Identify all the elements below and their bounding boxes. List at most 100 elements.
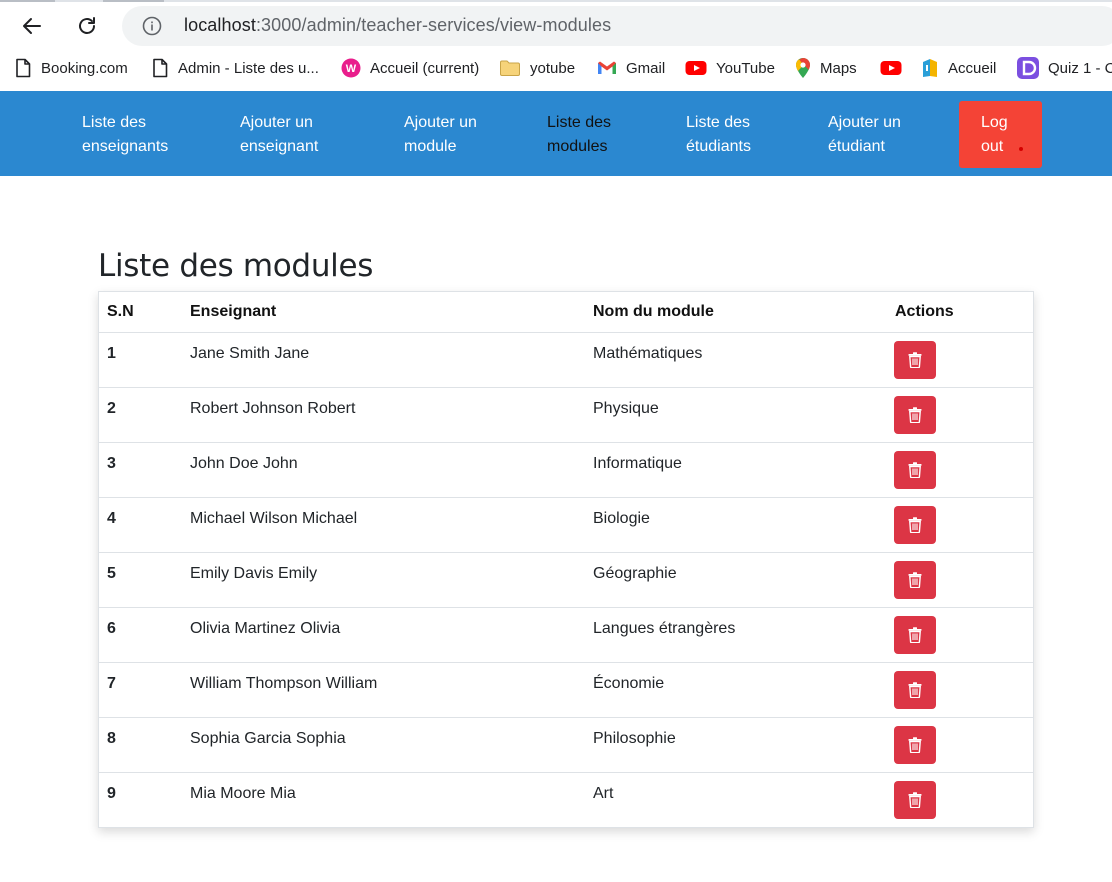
url-text[interactable]: localhost:3000/admin/teacher-services/vi…	[184, 15, 611, 36]
trash-icon	[908, 351, 922, 368]
nav-link-line: enseignant	[240, 138, 319, 155]
cell-actions	[887, 607, 1033, 663]
trash-icon	[908, 791, 922, 808]
bookmark-gmail[interactable]: Gmail	[597, 54, 665, 82]
nav-link-student-list[interactable]: Liste des étudiants	[686, 111, 751, 159]
bookmark-label: Gmail	[626, 59, 666, 77]
header-module-name: Nom du module	[585, 292, 887, 333]
modules-table: S.N Enseignant Nom du module Actions 1 J…	[99, 292, 1033, 827]
trash-icon	[908, 736, 922, 753]
url-host: localhost	[184, 15, 256, 35]
page-title: Liste des modules	[98, 248, 374, 284]
nav-link-add-module[interactable]: Ajouter un module	[404, 111, 477, 159]
back-arrow-icon	[23, 18, 41, 34]
bookmark-maps[interactable]: Maps	[795, 54, 857, 82]
cursor-dot	[1019, 147, 1023, 151]
cell-actions	[887, 717, 1033, 773]
header-actions: Actions	[887, 292, 1033, 333]
bookmark-booking[interactable]: Booking.com	[14, 54, 128, 82]
cell-teacher: Emily Davis Emily	[182, 552, 585, 608]
table-header-row: S.N Enseignant Nom du module Actions	[99, 292, 1033, 333]
nav-link-line: enseignants	[82, 138, 169, 155]
delete-button[interactable]	[894, 340, 936, 379]
table-row: 5 Emily Davis Emily Géographie	[99, 552, 1033, 608]
cell-module-name: Mathématiques	[585, 332, 887, 388]
youtube-icon	[880, 61, 902, 75]
cell-module-name: Économie	[585, 662, 887, 718]
logout-label-line1: Log	[981, 114, 1008, 131]
nav-link-line: Liste des	[547, 114, 612, 131]
bookmark-admin[interactable]: Admin - Liste des u...	[151, 54, 319, 82]
page-icon	[16, 58, 31, 78]
cell-sn: 4	[99, 497, 182, 553]
bookmark-yotube-folder[interactable]: yotube	[499, 54, 575, 82]
delete-button[interactable]	[894, 670, 936, 709]
logout-label-line2: out	[981, 138, 1004, 155]
back-button[interactable]	[16, 10, 48, 42]
bookmark-label: Accueil	[948, 59, 997, 77]
cell-sn: 8	[99, 717, 182, 773]
delete-button[interactable]	[894, 780, 936, 819]
table-row: 1 Jane Smith Jane Mathématiques	[99, 332, 1033, 388]
delete-button[interactable]	[894, 615, 936, 654]
nav-link-teacher-list[interactable]: Liste des enseignants	[82, 111, 168, 159]
trash-icon	[908, 461, 922, 478]
cell-actions	[887, 442, 1033, 498]
page-icon	[153, 58, 168, 78]
tab-strip	[0, 0, 1112, 2]
cell-actions	[887, 387, 1033, 443]
cell-teacher: Mia Moore Mia	[190, 784, 296, 802]
cell-sn: 3	[99, 442, 182, 498]
delete-button[interactable]	[894, 560, 936, 599]
trash-icon	[908, 571, 922, 588]
bookmarks-bar: Booking.com Admin - Liste des u... W Acc…	[0, 54, 1112, 82]
svg-text:W: W	[346, 63, 357, 75]
pink-app-icon: W	[341, 58, 361, 78]
delete-button[interactable]	[894, 450, 936, 489]
nav-link-module-list[interactable]: Liste des modules	[547, 111, 611, 159]
delete-button[interactable]	[894, 725, 936, 764]
cell-module-name: Art	[593, 784, 614, 802]
bookmark-accueil-current[interactable]: W Accueil (current)	[341, 54, 479, 82]
bookmark-quiz[interactable]: Quiz 1 - C	[1017, 54, 1112, 82]
reload-icon	[79, 17, 95, 34]
delete-button[interactable]	[894, 505, 936, 544]
reload-button[interactable]	[71, 10, 103, 42]
trash-icon	[908, 626, 922, 643]
bookmark-label: Accueil (current)	[370, 59, 480, 77]
nav-link-add-student[interactable]: Ajouter un étudiant	[828, 111, 901, 159]
bookmark-youtube-2[interactable]	[880, 54, 902, 82]
cell-teacher: Robert Johnson Robert	[182, 387, 585, 443]
nav-link-line: modules	[547, 138, 608, 155]
nav-link-line: Liste des	[82, 114, 147, 131]
address-bar[interactable]: localhost:3000/admin/teacher-services/vi…	[122, 6, 1112, 46]
info-icon[interactable]	[142, 16, 162, 36]
cell-teacher: Jane Smith Jane	[182, 332, 585, 388]
cell-module-name: Informatique	[585, 442, 887, 498]
cell-sn: 9	[107, 784, 116, 802]
browser-chrome: localhost:3000/admin/teacher-services/vi…	[0, 0, 1112, 91]
cell-sn: 7	[99, 662, 182, 718]
nav-link-line: étudiants	[686, 138, 751, 155]
youtube-icon	[685, 61, 707, 75]
bookmark-youtube[interactable]: YouTube	[685, 54, 775, 82]
table-row: 4 Michael Wilson Michael Biologie	[99, 497, 1033, 553]
delete-button[interactable]	[894, 395, 936, 434]
table-row: 9 Mia Moore Mia Art	[99, 772, 1033, 827]
url-path: :3000/admin/teacher-services/view-module…	[255, 15, 612, 35]
cell-actions	[887, 552, 1033, 608]
bookmark-accueil[interactable]: Accueil	[921, 54, 996, 82]
logout-button[interactable]: Log out	[959, 101, 1042, 168]
cell-sn: 6	[99, 607, 182, 663]
nav-link-line: étudiant	[828, 138, 885, 155]
cell-actions	[887, 662, 1033, 718]
cell-sn: 1	[99, 332, 182, 388]
bookmark-label: YouTube	[716, 59, 775, 77]
cell-module-name: Langues étrangères	[585, 607, 887, 663]
trash-icon	[908, 406, 922, 423]
nav-link-line: module	[404, 138, 457, 155]
nav-link-add-teacher[interactable]: Ajouter un enseignant	[240, 111, 318, 159]
cell-module-name: Philosophie	[585, 717, 887, 773]
cell-actions	[887, 332, 1033, 388]
app-icon	[923, 59, 937, 77]
